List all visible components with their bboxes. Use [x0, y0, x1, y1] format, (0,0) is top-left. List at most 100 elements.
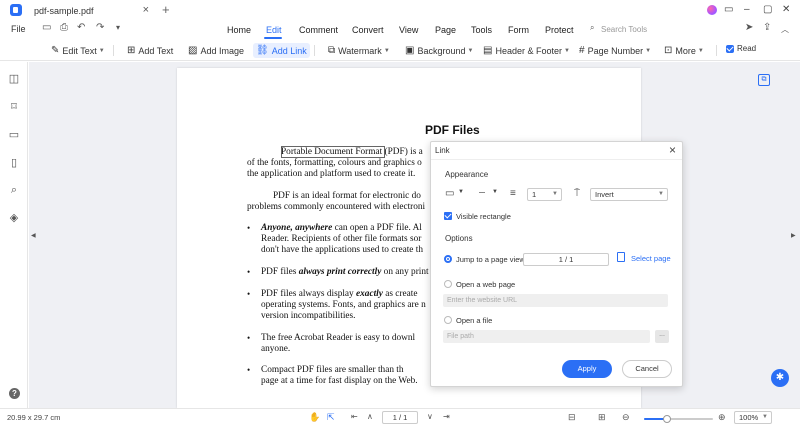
print-icon[interactable]: ⎙ [60, 22, 68, 33]
link-icon: ⛓ [256, 45, 269, 56]
search-tools-input[interactable]: Search Tools [601, 25, 647, 34]
add-text-button[interactable]: ⊞ Add Text [124, 43, 176, 58]
avatar[interactable] [707, 5, 717, 15]
header-footer-button[interactable]: ▤ Header & Footer ▼ [480, 43, 573, 58]
menu-form[interactable]: Form [508, 25, 529, 35]
comment-icon[interactable]: ▭ [8, 129, 20, 141]
select-page-link[interactable]: Select page [631, 254, 671, 263]
menu-edit[interactable]: Edit [266, 25, 282, 35]
open-web-page-radio[interactable] [444, 280, 452, 288]
layers-icon[interactable]: ◈ [8, 212, 20, 224]
bullet-icon: • [247, 223, 251, 233]
close-window-icon[interactable]: ✕ [782, 4, 790, 15]
zoom-slider[interactable] [644, 415, 713, 423]
zoom-in-icon[interactable]: ⊕ [718, 412, 726, 423]
toolbar-divider [314, 45, 315, 56]
menu-comment[interactable]: Comment [299, 25, 338, 35]
list-item-line: don't have the applications used to crea… [261, 245, 423, 255]
page-number-input[interactable]: 1 / 1 [523, 253, 609, 266]
zoom-level-select[interactable]: 100% ▼ [734, 411, 772, 424]
line-style-icon[interactable]: ┄ [479, 188, 485, 199]
app-logo-icon[interactable] [10, 4, 22, 16]
apply-button[interactable]: Apply [562, 360, 612, 378]
open-file-radio[interactable] [444, 316, 452, 324]
edit-text-button[interactable]: ✎ Edit Text ▼ [48, 43, 108, 58]
maximize-icon[interactable]: ▢ [763, 4, 772, 15]
list-item-line: version incompatibilities. [261, 311, 356, 321]
cancel-button[interactable]: Cancel [622, 360, 672, 378]
zoom-out-icon[interactable]: ⊖ [622, 412, 630, 423]
menu-page[interactable]: Page [435, 25, 456, 35]
redo-icon[interactable]: ↷ [96, 22, 104, 33]
fit-page-icon[interactable]: ⊞ [598, 412, 606, 423]
visible-rectangle-checkbox[interactable] [444, 212, 452, 220]
share-icon[interactable]: ➤ [745, 22, 753, 33]
select-page-icon[interactable] [617, 252, 625, 262]
add-image-button[interactable]: ▨ Add Image [185, 43, 247, 58]
highlight-icon: ⍑ [574, 188, 580, 199]
zoom-slider-handle[interactable] [662, 415, 671, 423]
browse-file-button[interactable]: ... [655, 330, 669, 343]
bullet-icon: • [247, 267, 251, 277]
upload-icon[interactable]: ⇪ [763, 22, 771, 33]
watermark-button[interactable]: ⧉ Watermark ▼ [325, 43, 393, 58]
attachment-icon[interactable]: ▯ [8, 157, 20, 169]
bookmark-icon[interactable]: ⌑ [8, 101, 20, 113]
add-link-button[interactable]: ⛓ Add Link [253, 43, 310, 58]
page-number-button[interactable]: # Page Number ▼ [576, 43, 654, 58]
last-page-icon[interactable]: ⇥ [443, 412, 450, 421]
menu-tools[interactable]: Tools [471, 25, 492, 35]
toolbar-divider [716, 45, 717, 56]
menu-protect[interactable]: Protect [545, 25, 574, 35]
paragraph-line: PDF is an ideal format for electronic do [273, 191, 421, 201]
open-file-label: Open a file [456, 316, 493, 325]
file-menu[interactable]: File [11, 24, 26, 34]
chevron-down-icon[interactable]: ▼ [458, 189, 464, 195]
chevron-down-icon[interactable]: ▼ [492, 189, 498, 195]
search-icon[interactable]: ⌕ [8, 184, 20, 196]
more-button[interactable]: ⊡ More ▼ [661, 43, 707, 58]
previous-page-icon[interactable]: ∧ [367, 412, 373, 421]
line-width-select[interactable]: 1 ▼ [527, 188, 562, 201]
page-layout-icon[interactable]: ⊟ [568, 412, 576, 423]
message-icon[interactable]: ▭ [724, 4, 733, 15]
file-path-input[interactable]: File path [443, 330, 650, 343]
first-page-icon[interactable]: ⇤ [351, 412, 358, 421]
minimize-icon[interactable]: – [744, 4, 750, 15]
save-icon[interactable]: ▭ [42, 22, 51, 33]
bullet-icon: • [247, 333, 251, 343]
document-tab[interactable]: pdf-sample.pdf × [22, 1, 156, 20]
rectangle-style-icon[interactable]: ▭ [445, 188, 454, 199]
help-icon[interactable]: ? [9, 388, 20, 399]
undo-icon[interactable]: ↶ [77, 22, 85, 33]
menu-convert[interactable]: Convert [352, 25, 384, 35]
add-image-label: Add Image [200, 45, 244, 56]
page-indicator-input[interactable]: 1 / 1 [382, 411, 418, 424]
next-page-icon[interactable]: ∨ [427, 412, 433, 421]
quick-access-dropdown-icon[interactable]: ▾ [116, 23, 120, 32]
highlight-select[interactable]: Invert ▼ [590, 188, 668, 201]
background-button[interactable]: ▣ Background ▼ [402, 43, 476, 58]
more-label: More [675, 45, 696, 56]
edit-text-icon: ✎ [51, 45, 60, 56]
menu-view[interactable]: View [399, 25, 418, 35]
thumbnails-icon[interactable]: ◫ [8, 73, 20, 85]
line-width-value: 1 [532, 190, 537, 199]
assistant-bubble-icon[interactable]: ✱ [771, 369, 789, 387]
close-icon[interactable]: × [669, 143, 676, 157]
close-tab-icon[interactable]: × [143, 4, 149, 16]
jump-to-page-radio[interactable] [444, 255, 452, 263]
more-icon: ⊡ [664, 45, 673, 56]
read-mode-checkbox[interactable] [726, 45, 734, 53]
ai-assistant-icon[interactable]: ⧉ [758, 74, 770, 86]
collapse-right-icon[interactable]: ▶ [791, 232, 796, 239]
collapse-left-icon[interactable]: ◀ [31, 232, 36, 239]
hand-tool-icon[interactable]: ✋ [309, 412, 320, 423]
collapse-ribbon-icon[interactable]: ︿ [781, 24, 789, 35]
select-tool-icon[interactable]: ⇱ [327, 412, 335, 423]
website-url-input[interactable]: Enter the website URL [443, 294, 668, 307]
jump-to-page-label: Jump to a page view [456, 255, 525, 264]
new-tab-icon[interactable]: + [162, 2, 170, 17]
menu-home[interactable]: Home [227, 25, 251, 35]
highlight-value: Invert [595, 190, 614, 199]
